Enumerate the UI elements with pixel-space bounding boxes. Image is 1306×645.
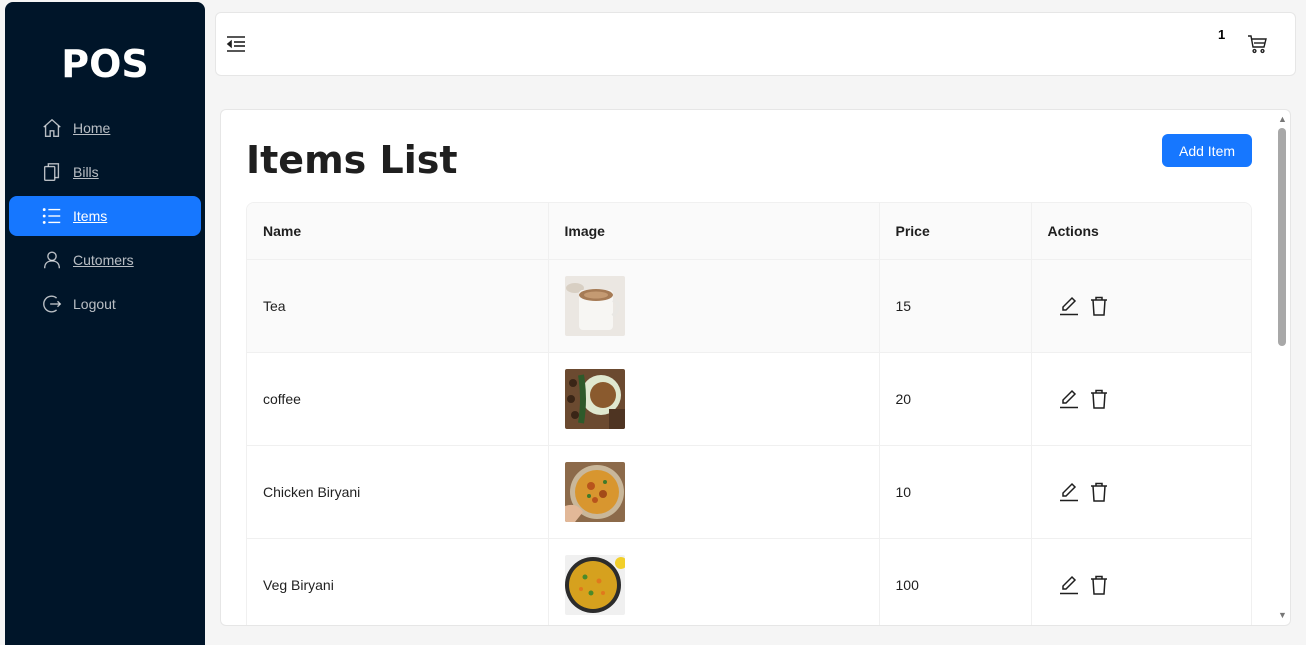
table-row: Tea 15 xyxy=(247,259,1251,353)
vertical-scrollbar[interactable]: ▲ ▼ xyxy=(1275,112,1289,624)
sidebar-menu: Home Bills Items Cutomers Logout xyxy=(9,108,201,328)
table-row: Veg Biryani 100 xyxy=(247,538,1251,625)
item-image-cell xyxy=(548,259,880,353)
sidebar-item-label: Logout xyxy=(73,296,116,312)
column-header-price: Price xyxy=(879,203,1032,260)
item-actions xyxy=(1031,352,1251,446)
delete-icon[interactable] xyxy=(1088,481,1110,503)
table-row: Chicken Biryani 10 xyxy=(247,445,1251,539)
edit-icon[interactable] xyxy=(1058,574,1080,596)
sidebar: POS Home Bills Items Cutomers Logout xyxy=(5,2,205,645)
sidebar-item-logout[interactable]: Logout xyxy=(9,284,201,324)
edit-icon[interactable] xyxy=(1058,295,1080,317)
scrollbar-thumb[interactable] xyxy=(1278,128,1286,346)
coffee-thumbnail xyxy=(564,368,625,429)
sidebar-item-bills[interactable]: Bills xyxy=(9,152,201,192)
item-price: 100 xyxy=(879,538,1032,625)
column-header-actions: Actions xyxy=(1031,203,1251,260)
column-header-image: Image xyxy=(548,203,880,260)
add-item-button[interactable]: Add Item xyxy=(1162,134,1252,167)
item-price: 15 xyxy=(879,259,1032,353)
chicken-biryani-thumbnail xyxy=(564,461,625,522)
sidebar-item-label: Bills xyxy=(73,164,99,180)
table-header-row: Name Image Price Actions xyxy=(247,203,1251,260)
item-actions xyxy=(1031,445,1251,539)
logout-icon xyxy=(41,293,63,315)
page-title: Items List xyxy=(246,138,458,182)
sidebar-item-items[interactable]: Items xyxy=(9,196,201,236)
scroll-up-arrow-icon[interactable]: ▲ xyxy=(1278,114,1287,124)
item-image-cell xyxy=(548,445,880,539)
delete-icon[interactable] xyxy=(1088,388,1110,410)
table-row: coffee 20 xyxy=(247,352,1251,446)
column-header-name: Name xyxy=(247,203,549,260)
delete-icon[interactable] xyxy=(1088,574,1110,596)
item-name: Veg Biryani xyxy=(247,538,549,625)
edit-icon[interactable] xyxy=(1058,388,1080,410)
item-image-cell xyxy=(548,538,880,625)
item-price: 20 xyxy=(879,352,1032,446)
item-name: Chicken Biryani xyxy=(247,445,549,539)
item-price: 10 xyxy=(879,445,1032,539)
item-name: Tea xyxy=(247,259,549,353)
cart-icon[interactable] xyxy=(1247,34,1267,54)
veg-biryani-thumbnail xyxy=(564,554,625,615)
menu-fold-icon[interactable] xyxy=(226,34,246,54)
items-panel: Items List Add Item Name Image Price Act… xyxy=(220,109,1291,626)
item-actions xyxy=(1031,538,1251,625)
sidebar-item-label: Cutomers xyxy=(73,252,134,268)
home-icon xyxy=(41,117,63,139)
list-icon xyxy=(41,205,63,227)
user-icon xyxy=(41,249,63,271)
delete-icon[interactable] xyxy=(1088,295,1110,317)
sidebar-item-customers[interactable]: Cutomers xyxy=(9,240,201,280)
cart-count-badge: 1 xyxy=(1218,27,1226,42)
items-table: Name Image Price Actions Tea 15 coffee 2… xyxy=(246,202,1252,625)
sidebar-item-home[interactable]: Home xyxy=(9,108,201,148)
app-logo: POS xyxy=(61,42,149,86)
edit-icon[interactable] xyxy=(1058,481,1080,503)
copy-icon xyxy=(41,161,63,183)
scroll-down-arrow-icon[interactable]: ▼ xyxy=(1278,610,1287,620)
item-image-cell xyxy=(548,352,880,446)
tea-thumbnail xyxy=(564,275,625,336)
item-actions xyxy=(1031,259,1251,353)
top-header: 1 xyxy=(215,12,1296,76)
sidebar-item-label: Items xyxy=(73,208,108,224)
sidebar-item-label: Home xyxy=(73,120,111,136)
item-name: coffee xyxy=(247,352,549,446)
